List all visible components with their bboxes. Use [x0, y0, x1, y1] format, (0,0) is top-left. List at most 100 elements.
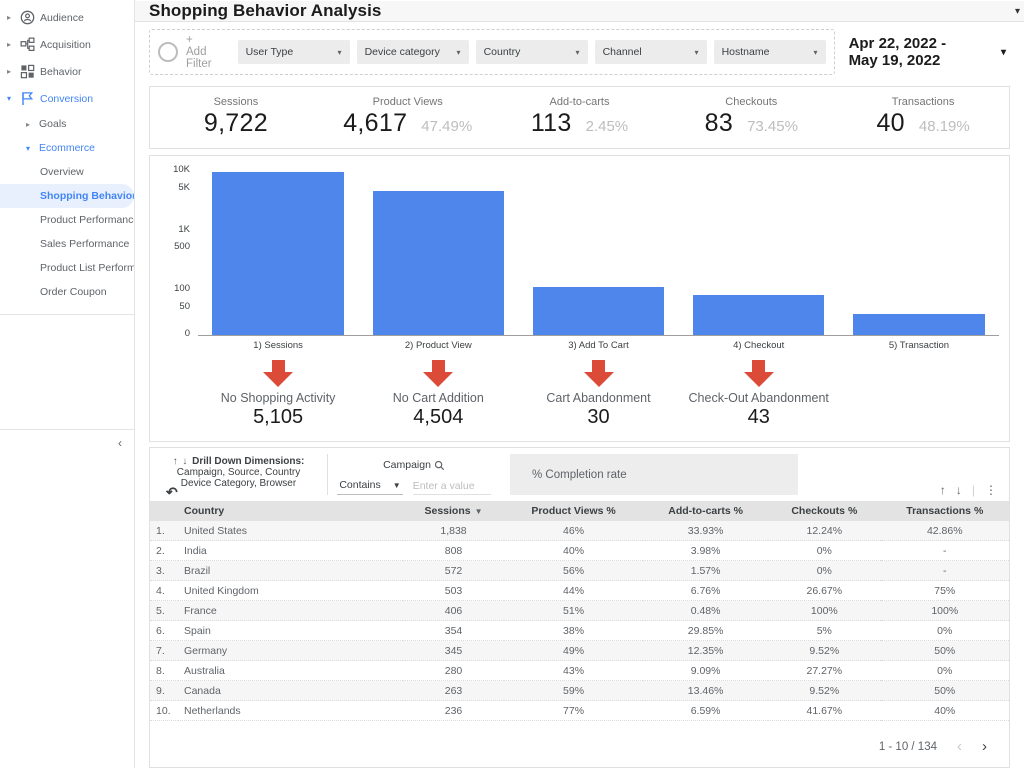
date-range-label: Apr 22, 2022 - May 19, 2022: [849, 35, 975, 69]
report-titlebar: Shopping Behavior Analysis ▾: [135, 1, 1024, 22]
table-cell: 3.98%: [643, 541, 768, 561]
table-row[interactable]: 2.India80840%3.98%0%-: [150, 541, 1009, 561]
table-cell: 354: [403, 621, 504, 641]
table-cell: 0%: [768, 561, 880, 581]
previous-page-icon[interactable]: ‹: [957, 738, 962, 755]
kebab-menu-icon[interactable]: ⋮: [985, 483, 997, 497]
undo-icon[interactable]: ↶: [166, 484, 178, 501]
chevron-down-icon: ▾: [26, 144, 34, 153]
sidebar-item-audience[interactable]: ▸Audience: [0, 4, 134, 31]
filter-chip-label: Channel: [603, 46, 642, 58]
table-row[interactable]: 1.United States1,83846%33.93%12.24%42.86…: [150, 521, 1009, 541]
acquisition-icon: [20, 37, 35, 52]
completion-rate-toggle[interactable]: % Completion rate: [510, 454, 798, 495]
column-header-checkouts[interactable]: Checkouts %: [768, 501, 880, 521]
metrics-card: Sessions9,722Product Views4,61747.49%Add…: [149, 86, 1010, 149]
metric-label: Transactions: [837, 96, 1009, 108]
dropoff-arrows: [198, 351, 999, 387]
table-cell: 6.59%: [643, 701, 768, 721]
metric-percent: 73.45%: [747, 118, 798, 135]
dropoff-stats: No Shopping Activity5,105No Cart Additio…: [198, 387, 999, 429]
sort-down-icon[interactable]: ↓: [182, 456, 187, 467]
table-cell: 4.: [150, 581, 178, 601]
metric-sessions: Sessions9,722: [150, 96, 322, 138]
table-row[interactable]: 3.Brazil57256%1.57%0%-: [150, 561, 1009, 581]
title-dropdown-caret-icon[interactable]: ▾: [1015, 6, 1020, 17]
red-down-arrow-icon: [423, 360, 453, 387]
sidebar-item-product-list-performa[interactable]: Product List Performa...: [0, 256, 134, 280]
sidebar-item-shopping-behavior[interactable]: Shopping Behavior: [0, 184, 134, 208]
table-cell: 9.52%: [768, 641, 880, 661]
table-cell: 75%: [881, 581, 1009, 601]
chevron-down-icon: ▾: [1001, 47, 1006, 58]
x-axis-label: 1) Sessions: [198, 340, 358, 351]
table-row[interactable]: 6.Spain35438%29.85%5%0%: [150, 621, 1009, 641]
chevron-down-icon: ▼: [393, 481, 401, 490]
sidebar-item-product-performance[interactable]: Product Performance: [0, 208, 134, 232]
sidebar-item-behavior[interactable]: ▸Behavior: [0, 58, 134, 85]
filter-chip-label: Device category: [365, 46, 440, 58]
filter-chip-hostname[interactable]: Hostname ▾: [714, 40, 826, 64]
sort-up-icon[interactable]: ↑: [173, 456, 178, 467]
sidebar-item-label: Order Coupon: [40, 286, 107, 298]
filter-circle-icon[interactable]: [158, 42, 178, 62]
sort-asc-icon[interactable]: ↑: [940, 483, 946, 497]
sidebar-item-label: Product List Performa...: [40, 262, 134, 274]
table-cell: 12.35%: [643, 641, 768, 661]
y-axis-tick: 1K: [158, 224, 190, 235]
table-header: CountrySessions▼Product Views %Add-to-ca…: [150, 501, 1009, 521]
sidebar-item-order-coupon[interactable]: Order Coupon: [0, 280, 134, 304]
chevron-down-icon: ▾: [576, 48, 580, 57]
column-header-sessions[interactable]: Sessions▼: [403, 501, 504, 521]
table-cell: 263: [403, 681, 504, 701]
sidebar-collapse-icon[interactable]: ‹: [118, 436, 122, 450]
bar-column-5: [839, 314, 999, 335]
filter-chip-user-type[interactable]: User Type▾: [238, 40, 350, 64]
sidebar-item-acquisition[interactable]: ▸Acquisition: [0, 31, 134, 58]
sidebar-item-ecommerce[interactable]: ▾Ecommerce: [0, 136, 134, 160]
filter-chips: User Type▾Device category▾Country▾Channe…: [238, 40, 826, 64]
chevron-down-icon: ▾: [814, 48, 818, 57]
filter-chip-channel[interactable]: Channel▾: [595, 40, 707, 64]
filter-chip-country[interactable]: Country▾: [476, 40, 588, 64]
table-row[interactable]: 10.Netherlands23677%6.59%41.67%40%: [150, 701, 1009, 721]
filter-chip-device-category[interactable]: Device category▾: [357, 40, 469, 64]
table-row[interactable]: 5.France40651%0.48%100%100%: [150, 601, 1009, 621]
sidebar-item-overview[interactable]: Overview: [0, 160, 134, 184]
table-cell: 280: [403, 661, 504, 681]
column-header-country[interactable]: Country: [178, 501, 403, 521]
search-icon[interactable]: [434, 460, 445, 471]
sidebar-item-conversion[interactable]: ▾Conversion: [0, 85, 134, 112]
metric-product-views: Product Views4,61747.49%: [322, 96, 494, 138]
table-cell: 59%: [504, 681, 643, 701]
dropoff-value: 4,504: [358, 406, 518, 429]
sort-desc-icon[interactable]: ↓: [956, 483, 962, 497]
column-header-transactions[interactable]: Transactions %: [881, 501, 1009, 521]
table-cell: 406: [403, 601, 504, 621]
table-cell: 0.48%: [643, 601, 768, 621]
table-row[interactable]: 4.United Kingdom50344%6.76%26.67%75%: [150, 581, 1009, 601]
add-filter-button[interactable]: + Add Filter: [186, 34, 212, 70]
filter-value-input[interactable]: [413, 477, 491, 495]
table-cell: 40%: [881, 701, 1009, 721]
filter-chip-label: Hostname: [722, 46, 770, 58]
operator-select[interactable]: Contains ▼: [337, 477, 402, 495]
table-row[interactable]: 8.Australia28043%9.09%27.27%0%: [150, 661, 1009, 681]
main-content: Shopping Behavior Analysis ▾ + Add Filte…: [135, 0, 1024, 768]
table-cell: 41.67%: [768, 701, 880, 721]
sidebar-item-sales-performance[interactable]: Sales Performance: [0, 232, 134, 256]
column-header-product-views[interactable]: Product Views %: [504, 501, 643, 521]
metric-add-to-carts: Add-to-carts1132.45%: [494, 96, 666, 138]
cell-country: Australia: [178, 661, 403, 681]
next-page-icon[interactable]: ›: [982, 738, 987, 755]
table-cell: 5.: [150, 601, 178, 621]
sidebar-item-goals[interactable]: ▸Goals: [0, 112, 134, 136]
table-row[interactable]: 9.Canada26359%13.46%9.52%50%: [150, 681, 1009, 701]
sort-indicator-icon: ▼: [475, 507, 483, 516]
cell-country: Brazil: [178, 561, 403, 581]
audience-icon: [20, 10, 35, 25]
table-row[interactable]: 7.Germany34549%12.35%9.52%50%: [150, 641, 1009, 661]
table-cell: 7.: [150, 641, 178, 661]
column-header-add-to-carts[interactable]: Add-to-carts %: [643, 501, 768, 521]
date-range-picker[interactable]: Apr 22, 2022 - May 19, 2022 ▾: [849, 35, 1010, 69]
